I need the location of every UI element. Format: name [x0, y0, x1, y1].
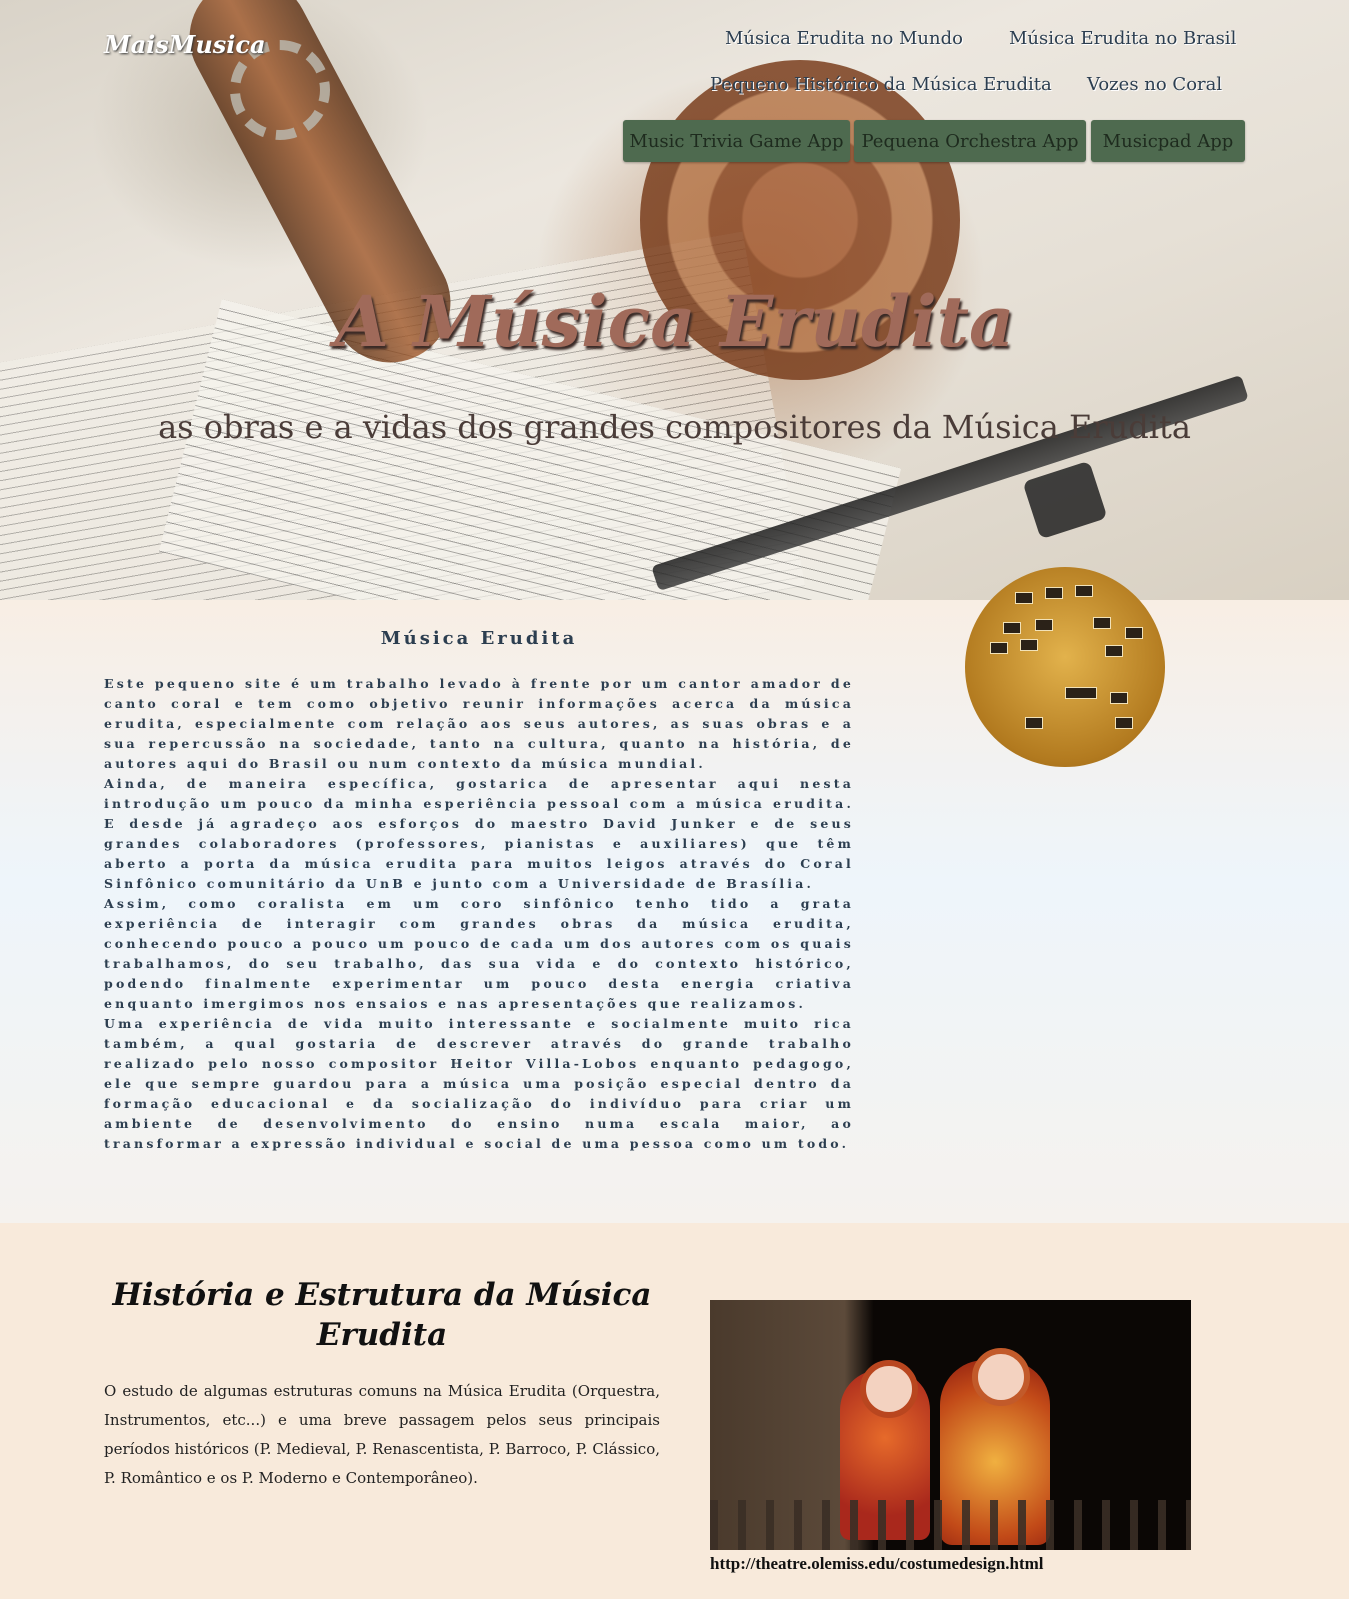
hero-subtitle: as obras e a vidas dos grandes composito… — [158, 408, 1191, 446]
intro-paragraph: Assim, como coralista em um coro sinfôni… — [104, 896, 854, 1011]
nav-vozes-coral[interactable]: Vozes no Coral — [1087, 74, 1222, 95]
music-trivia-app-button[interactable]: Music Trivia Game App — [623, 120, 850, 162]
intro-body: Este pequeno site é um trabalho levado à… — [104, 674, 854, 1154]
nav-historico[interactable]: Pequeno Histórico da Música Erudita — [710, 74, 1052, 95]
stage-railing — [710, 1500, 1191, 1550]
orchestra-stands-image — [965, 567, 1165, 767]
stand-shape — [990, 642, 1008, 654]
stand-shape — [1020, 639, 1038, 651]
stand-shape — [1045, 587, 1063, 599]
bow-frog-image — [1022, 460, 1108, 540]
stand-shape — [1093, 617, 1111, 629]
stand-shape — [1025, 717, 1043, 729]
stand-shape — [1075, 585, 1093, 597]
history-section: História e Estrutura da Música Erudita O… — [0, 1223, 1349, 1599]
nav-musica-mundo[interactable]: Música Erudita no Mundo — [725, 28, 963, 49]
stand-shape — [1105, 645, 1123, 657]
stand-shape — [1035, 619, 1053, 631]
hero-banner: MaisMusica Música Erudita no Mundo Músic… — [0, 0, 1349, 600]
history-title: História e Estrutura da Música Erudita — [112, 1277, 652, 1353]
nav-musica-brasil[interactable]: Música Erudita no Brasil — [1009, 28, 1236, 49]
stand-shape — [1110, 692, 1128, 704]
history-body: O estudo de algumas estruturas comuns na… — [104, 1382, 660, 1487]
intro-title: Música Erudita — [380, 628, 578, 649]
theatre-costume-image — [710, 1300, 1191, 1550]
stand-shape — [1125, 627, 1143, 639]
stand-shape — [1003, 622, 1021, 634]
image-source-link[interactable]: http://theatre.olemiss.edu/costumedesign… — [710, 1554, 1044, 1574]
site-logo[interactable]: MaisMusica — [104, 30, 266, 59]
actor-head — [972, 1348, 1030, 1406]
intro-paragraph: Ainda, de maneira específica, gostarica … — [104, 776, 854, 891]
musicpad-app-button[interactable]: Musicpad App — [1091, 120, 1245, 162]
actor-head — [860, 1360, 918, 1418]
stand-shape — [1065, 687, 1097, 699]
stand-shape — [1115, 717, 1133, 729]
intro-paragraph: Uma experiência de vida muito interessan… — [104, 1016, 854, 1151]
hero-title: A Música Erudita — [334, 280, 1015, 363]
stand-shape — [1015, 592, 1033, 604]
intro-paragraph: Este pequeno site é um trabalho levado à… — [104, 676, 854, 771]
pequena-orchestra-app-button[interactable]: Pequena Orchestra App — [854, 120, 1086, 162]
